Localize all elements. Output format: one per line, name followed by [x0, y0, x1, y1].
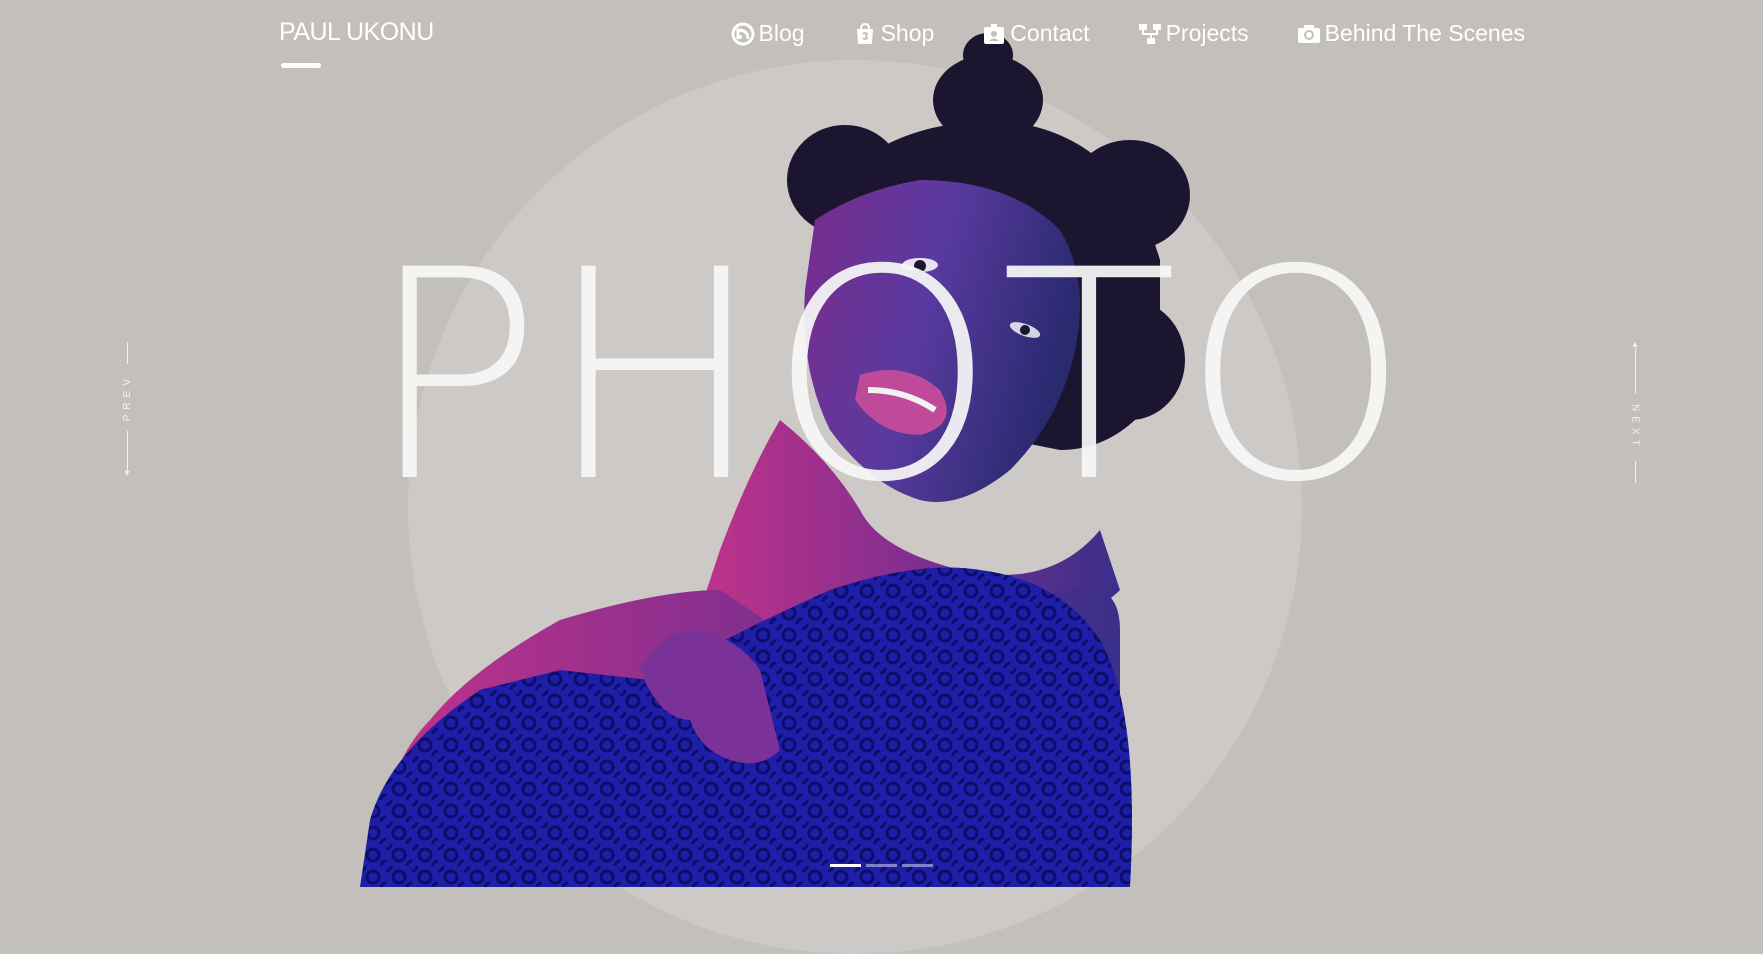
brand-logo-link[interactable]: PAUL UKONU	[279, 18, 434, 47]
prev-top-line	[126, 342, 128, 364]
contact-card-icon	[982, 22, 1006, 46]
shopping-bag-icon	[853, 22, 877, 46]
nav-item-shop[interactable]: Shop	[853, 20, 935, 47]
pagination-dot-3[interactable]	[902, 864, 933, 867]
sitemap-icon	[1138, 22, 1162, 46]
prev-slide-button[interactable]: PREV ▾	[112, 342, 142, 480]
brand-underline	[281, 63, 321, 68]
prev-label: PREV	[121, 374, 133, 422]
camera-icon	[1297, 22, 1321, 46]
nav-item-label: Blog	[758, 20, 805, 46]
prev-bottom-line	[126, 431, 128, 472]
next-top-line	[1634, 348, 1636, 394]
hero-portrait-image	[360, 33, 1190, 887]
nav-item-label: Behind The Scenes	[1324, 20, 1525, 46]
next-label: NEXT	[1629, 404, 1641, 451]
nav-item-label: Shop	[880, 20, 935, 46]
slide-pagination	[830, 864, 933, 867]
next-slide-button[interactable]: ▴ NEXT	[1620, 340, 1650, 483]
pagination-dot-1[interactable]	[830, 864, 861, 867]
nav-item-label: Projects	[1165, 20, 1249, 46]
nav-item-contact[interactable]: Contact	[982, 20, 1090, 47]
nav-item-label: Contact	[1010, 20, 1090, 46]
blog-feed-icon	[731, 22, 755, 46]
pagination-dot-2[interactable]	[866, 864, 897, 867]
arrow-down-icon: ▾	[124, 468, 130, 480]
next-bottom-line	[1634, 460, 1636, 483]
nav-item-behind-the-scenes[interactable]: Behind The Scenes	[1297, 20, 1525, 47]
nav-item-projects[interactable]: Projects	[1138, 20, 1249, 47]
nav-item-blog[interactable]: Blog	[731, 20, 805, 47]
main-nav: Blog Shop Contact Projects Behind The Sc…	[683, 20, 1525, 47]
